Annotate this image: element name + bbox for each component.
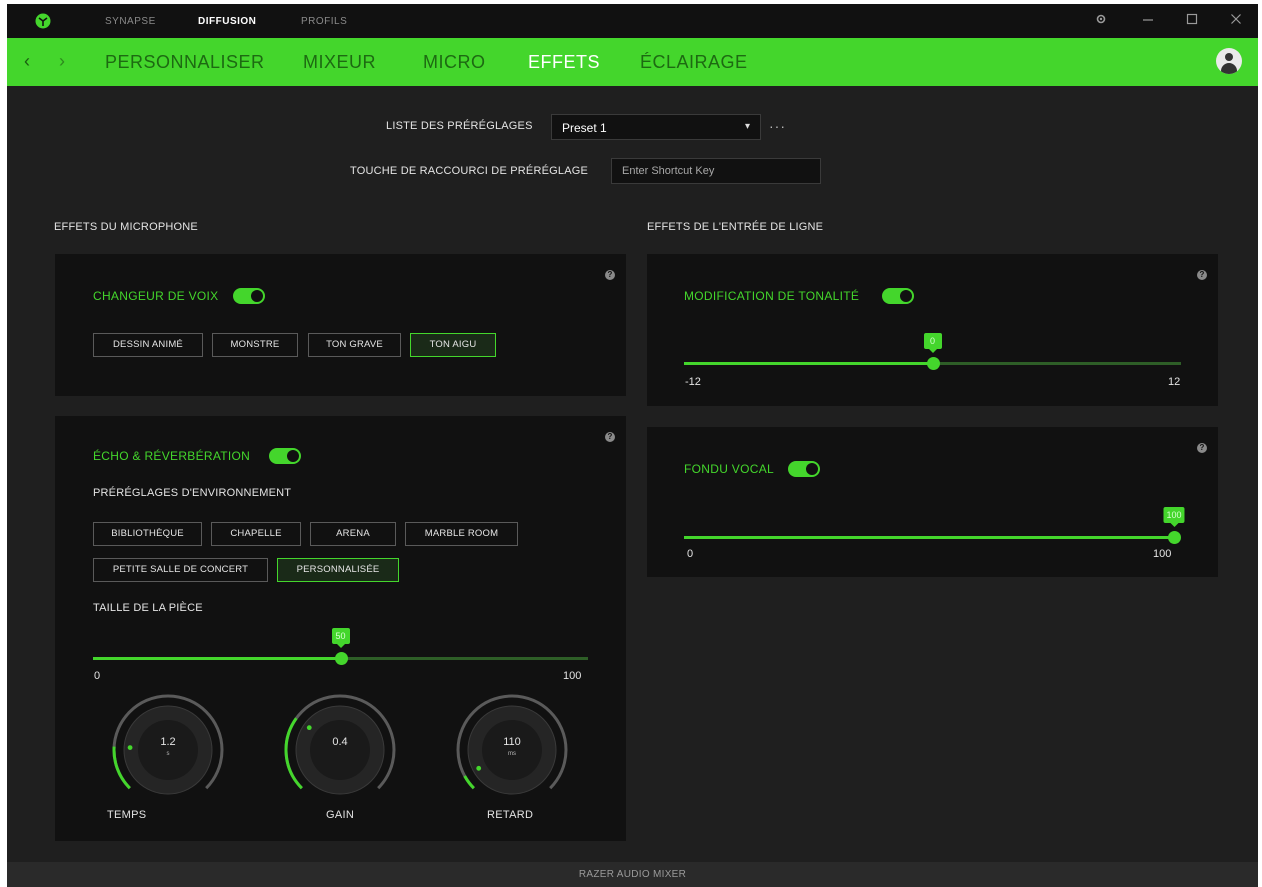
preset-shortcut-label: TOUCHE DE RACCOURCI DE PRÉRÉGLAGE [350, 165, 589, 177]
voice-option-ton-aigu[interactable]: TON AIGU [410, 333, 496, 357]
pitch-min: -12 [685, 376, 701, 388]
gain-knob-label: GAIN [326, 809, 355, 821]
pitch-shift-panel: ? MODIFICATION DE TONALITÉ 0 -12 12 [647, 254, 1218, 406]
settings-icon[interactable] [1092, 12, 1110, 30]
time-knob-label: TEMPS [107, 809, 147, 821]
time-knob-value: 1.2 [160, 736, 176, 748]
delay-knob-dial [456, 694, 568, 795]
knob-indicator-dot [476, 765, 482, 771]
tab-profils[interactable]: PROFILS [301, 16, 347, 27]
help-icon[interactable]: ? [605, 432, 615, 442]
chevron-down-icon: ▾ [744, 121, 750, 132]
delay-knob[interactable]: 110 ms [452, 690, 572, 810]
knob-indicator-dot [306, 725, 312, 731]
room-size-value: 50 [331, 628, 350, 648]
echo-reverb-panel: ? ÉCHO & RÉVERBÉRATION PRÉRÉGLAGES D'ENV… [55, 416, 626, 841]
tab-personnaliser[interactable]: PERSONNALISER [105, 52, 265, 73]
user-avatar-icon[interactable] [1216, 48, 1242, 74]
pitch-value: 0 [923, 333, 942, 353]
tab-eclairage[interactable]: ÉCLAIRAGE [640, 52, 748, 73]
delay-knob-unit: ms [508, 751, 516, 757]
voice-changer-toggle[interactable] [233, 288, 265, 304]
preset-select-value: Preset 1 [562, 121, 607, 135]
pitch-shift-toggle[interactable] [882, 288, 914, 304]
preset-list-label: LISTE DES PRÉRÉGLAGES [386, 120, 533, 132]
vocal-fade-slider[interactable]: 100 [684, 507, 1185, 544]
room-size-slider[interactable]: 50 [93, 628, 588, 665]
env-option-arena[interactable]: ARENA [310, 522, 396, 546]
shortcut-input[interactable] [612, 159, 820, 183]
room-size-thumb[interactable] [334, 652, 348, 665]
line-effects-title: EFFETS DE L'ENTRÉE DE LIGNE [647, 221, 824, 233]
section-nav: ‹ › PERSONNALISER MIXEUR MICRO EFFETS ÉC… [7, 38, 1258, 86]
back-arrow-icon[interactable]: ‹ [24, 51, 30, 72]
help-icon[interactable]: ? [1197, 270, 1207, 280]
app-window: SYNAPSE DIFFUSION PROFILS ‹ › PERSONNALI… [7, 4, 1258, 887]
gain-knob[interactable]: 0.4 [280, 690, 400, 810]
delay-knob-value: 110 [503, 736, 521, 748]
env-option-personnalisee[interactable]: PERSONNALISÉE [277, 558, 399, 582]
vocal-fade-max: 100 [1153, 548, 1172, 560]
pitch-max: 12 [1168, 376, 1181, 388]
time-knob-dial [112, 694, 224, 795]
minimize-icon[interactable] [1139, 12, 1157, 30]
tab-micro[interactable]: MICRO [423, 52, 486, 73]
vocal-fade-panel: ? FONDU VOCAL 100 0 100 [647, 427, 1218, 577]
env-option-marble-room[interactable]: MARBLE ROOM [405, 522, 518, 546]
voice-changer-title: CHANGEUR DE VOIX [93, 289, 219, 303]
voice-option-ton-grave[interactable]: TON GRAVE [308, 333, 401, 357]
voice-changer-panel: ? CHANGEUR DE VOIX DESSIN ANIMÉ MONSTRE … [55, 254, 626, 396]
mic-effects-title: EFFETS DU MICROPHONE [54, 221, 198, 233]
room-size-min: 0 [94, 670, 101, 682]
room-size-max: 100 [563, 670, 582, 682]
pitch-slider[interactable]: 0 [684, 333, 1181, 370]
pitch-shift-title: MODIFICATION DE TONALITÉ [684, 289, 860, 303]
vocal-fade-value: 100 [1163, 507, 1185, 527]
vocal-fade-thumb[interactable] [1168, 531, 1181, 544]
preset-select[interactable]: Preset 1 ▾ [551, 114, 761, 140]
knob-center [138, 720, 198, 780]
gain-knob-dial [284, 694, 396, 795]
close-icon[interactable] [1227, 12, 1245, 30]
knob-value-arc [463, 775, 475, 790]
vocal-fade-title: FONDU VOCAL [684, 462, 774, 476]
title-bar: SYNAPSE DIFFUSION PROFILS [7, 4, 1258, 38]
env-option-petite-salle[interactable]: PETITE SALLE DE CONCERT [93, 558, 268, 582]
time-knob[interactable]: 1.2 s [108, 690, 228, 810]
footer-bar: RAZER AUDIO MIXER [7, 862, 1258, 887]
echo-reverb-toggle[interactable] [269, 448, 301, 464]
footer-label: RAZER AUDIO MIXER [578, 869, 687, 880]
vocal-fade-fill [684, 536, 1174, 539]
knob-center [482, 720, 542, 780]
razer-logo-icon [35, 13, 51, 29]
time-knob-unit: s [166, 751, 170, 757]
knob-center [310, 720, 370, 780]
echo-reverb-title: ÉCHO & RÉVERBÉRATION [93, 449, 251, 463]
shortcut-field [611, 158, 821, 184]
voice-option-monstre[interactable]: MONSTRE [212, 333, 298, 357]
tab-synapse[interactable]: SYNAPSE [105, 16, 156, 27]
room-size-label: TAILLE DE LA PIÈCE [93, 602, 203, 614]
pitch-thumb[interactable] [926, 357, 940, 370]
tab-effets[interactable]: EFFETS [528, 52, 600, 73]
tab-diffusion[interactable]: DIFFUSION [198, 16, 256, 27]
more-options-icon[interactable]: ··· [769, 118, 786, 134]
help-icon[interactable]: ? [1197, 443, 1207, 453]
gain-knob-value: 0.4 [332, 736, 348, 748]
pitch-fill [684, 362, 933, 365]
room-size-fill [93, 657, 341, 660]
tab-mixeur[interactable]: MIXEUR [303, 52, 376, 73]
vocal-fade-min: 0 [687, 548, 694, 560]
forward-arrow-icon[interactable]: › [59, 51, 65, 72]
help-icon[interactable]: ? [605, 270, 615, 280]
maximize-icon[interactable] [1183, 12, 1201, 30]
vocal-fade-toggle[interactable] [788, 461, 820, 477]
voice-option-dessin-anime[interactable]: DESSIN ANIMÉ [93, 333, 203, 357]
env-option-bibliotheque[interactable]: BIBLIOTHÈQUE [93, 522, 202, 546]
delay-knob-label: RETARD [487, 809, 534, 821]
env-option-chapelle[interactable]: CHAPELLE [211, 522, 301, 546]
environment-presets-label: PRÉRÉGLAGES D'ENVIRONNEMENT [93, 487, 292, 499]
